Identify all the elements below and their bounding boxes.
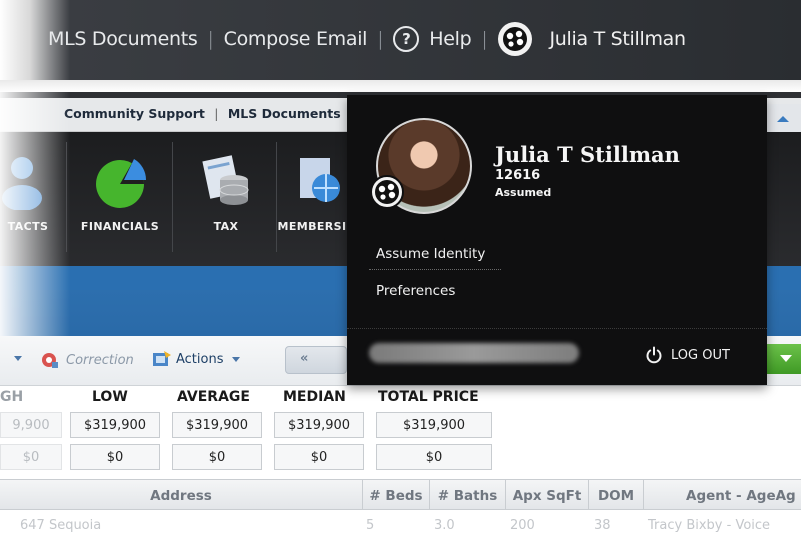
cell-agent: Tracy Bixby - Voice	[648, 518, 771, 533]
panel-footer-divider	[347, 328, 767, 329]
column-header-beds[interactable]: # Beds	[362, 480, 429, 511]
redacted-email	[369, 343, 579, 363]
stat-total-price-value: $319,900	[376, 412, 492, 438]
cell-baths: 3.0	[434, 518, 455, 533]
separator: |	[481, 28, 488, 50]
header-gap	[0, 80, 801, 92]
results-table-header: Address # Beds # Baths Apx SqFt DOM Agen…	[0, 479, 801, 511]
chevron-up-icon	[777, 116, 789, 122]
correction-icon	[42, 353, 58, 368]
double-chevron-left-icon: «	[300, 351, 309, 366]
separator: |	[214, 106, 219, 121]
mls-documents-link[interactable]: MLS Documents	[48, 28, 198, 50]
stat-total-price-zero: $0	[376, 444, 492, 470]
stat-header-low: LOW	[92, 389, 128, 405]
help-icon[interactable]: ?	[393, 26, 420, 52]
stat-header-median: MEDIAN	[283, 389, 346, 405]
nav-item-tax[interactable]: TAX	[176, 132, 276, 266]
stat-high-zero: $0	[0, 444, 62, 470]
top-header-bar: MLS Documents | Compose Email | ? Help |…	[0, 0, 801, 80]
help-link[interactable]: Help	[429, 28, 471, 50]
assume-identity-link[interactable]: Assume Identity	[376, 246, 485, 262]
membership-globe-icon	[282, 154, 342, 210]
column-header-baths[interactable]: # Baths	[429, 480, 505, 511]
separator: |	[377, 28, 384, 50]
nav-label: FINANCIALS	[80, 220, 160, 233]
panel-user-id: 12616	[495, 168, 541, 183]
stat-median-value: $319,900	[274, 412, 364, 438]
panel-user-name: Julia T Stillman	[495, 142, 680, 167]
stat-header-high: GH	[0, 389, 24, 405]
table-row[interactable]: 647 Sequoia 5 3.0 200 38 Tracy Bixby - V…	[0, 510, 801, 535]
nav-label: MEMBERSI	[277, 220, 347, 233]
green-dropdown-button[interactable]	[762, 344, 801, 374]
chevron-down-icon	[780, 355, 792, 362]
column-header-agent[interactable]: Agent - AgeAg	[643, 480, 801, 511]
nav-divider	[172, 142, 173, 252]
cell-sqft: 200	[510, 518, 535, 533]
user-badge-icon	[370, 175, 404, 209]
community-support-link[interactable]: Community Support	[64, 106, 205, 121]
actions-label: Actions	[176, 351, 224, 367]
stat-average-value: $319,900	[172, 412, 262, 438]
nav-item-membership[interactable]: MEMBERSI	[272, 132, 352, 266]
cell-beds: 5	[366, 518, 375, 533]
stat-average-zero: $0	[172, 444, 262, 470]
financials-pie-icon	[90, 154, 150, 210]
cell-address: 647 Sequoia	[20, 518, 102, 533]
nav-divider	[66, 142, 67, 252]
logout-label: LOG OUT	[671, 347, 730, 363]
user-avatar-icon[interactable]	[497, 22, 532, 56]
nav-label: TACTS	[7, 220, 49, 233]
pager-prev-button[interactable]: «	[285, 346, 347, 374]
contacts-person-icon	[0, 154, 58, 211]
top-links: MLS Documents | Compose Email | ? Help |…	[48, 20, 686, 58]
logout-button[interactable]: LOG OUT	[645, 346, 730, 364]
stat-header-total-price: TOTAL PRICE	[378, 389, 479, 405]
stat-high-value: 9,900	[0, 412, 62, 438]
panel-user-status: Assumed	[495, 186, 552, 199]
power-icon	[646, 346, 662, 364]
column-header-dom[interactable]: DOM	[588, 480, 643, 511]
preferences-link[interactable]: Preferences	[376, 283, 455, 299]
nav-item-financials[interactable]: FINANCIALS	[70, 132, 170, 266]
user-menu-name[interactable]: Julia T Stillman	[550, 28, 687, 50]
separator: |	[207, 28, 214, 50]
tax-database-icon	[196, 154, 256, 210]
actions-icon	[153, 351, 171, 366]
stat-low-zero: $0	[70, 444, 160, 470]
user-dropdown-panel: Julia T Stillman 12616 Assumed Assume Id…	[347, 95, 767, 385]
compose-email-link[interactable]: Compose Email	[224, 28, 368, 50]
column-header-sqft[interactable]: Apx SqFt	[505, 480, 588, 511]
actions-dropdown[interactable]: Actions	[152, 350, 240, 368]
stat-median-zero: $0	[274, 444, 364, 470]
chevron-down-icon	[231, 356, 240, 362]
correction-button[interactable]: Correction	[40, 350, 134, 370]
subnav-mls-documents-link[interactable]: MLS Documents	[228, 106, 341, 121]
column-header-address[interactable]: Address	[0, 480, 362, 511]
nav-item-contacts[interactable]: TACTS	[0, 132, 64, 266]
nav-label: TAX	[213, 220, 239, 233]
dropdown-caret-icon[interactable]	[14, 356, 22, 361]
correction-label: Correction	[66, 352, 134, 368]
menu-divider	[369, 269, 501, 270]
stat-low-value: $319,900	[70, 412, 160, 438]
cell-dom: 38	[594, 518, 611, 533]
stat-header-average: AVERAGE	[177, 389, 250, 405]
